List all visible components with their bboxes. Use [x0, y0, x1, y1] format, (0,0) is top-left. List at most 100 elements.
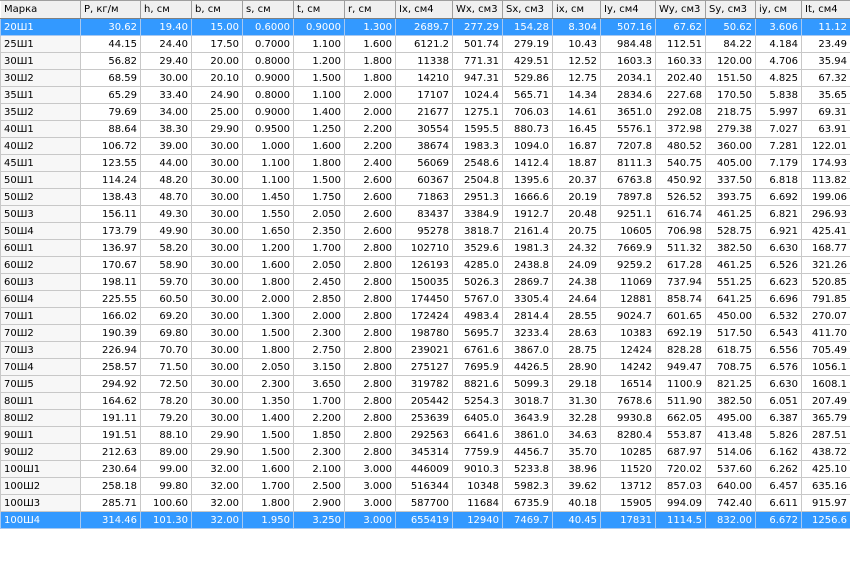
table-cell[interactable]: 30.62 — [80, 18, 141, 36]
table-cell[interactable]: 3.000 — [344, 460, 396, 478]
table-cell[interactable]: 2814.4 — [502, 307, 553, 325]
column-header[interactable]: P, кг/м — [80, 0, 141, 19]
table-cell[interactable]: 114.24 — [80, 171, 141, 189]
table-cell[interactable]: 821.25 — [705, 375, 756, 393]
table-cell[interactable]: 151.50 — [705, 69, 756, 87]
table-cell[interactable]: 7678.6 — [600, 392, 656, 410]
table-cell[interactable]: 173.79 — [80, 222, 141, 240]
table-cell[interactable]: 11338 — [395, 52, 453, 70]
table-cell[interactable]: 20.10 — [191, 69, 243, 87]
table-row[interactable]: 80Ш1 164.62 78.20 30.00 1.350 1.700 2.800 20544… — [0, 392, 850, 410]
table-cell[interactable]: 11069 — [600, 273, 656, 291]
table-cell[interactable]: 63.91 — [801, 120, 850, 138]
table-cell[interactable]: 226.94 — [80, 341, 141, 359]
table-cell[interactable]: 34.00 — [140, 103, 192, 121]
profile-name-cell[interactable]: 80Ш1 — [0, 392, 81, 410]
table-cell[interactable]: 1.500 — [293, 171, 345, 189]
table-cell[interactable]: 35.94 — [801, 52, 850, 70]
table-cell[interactable]: 218.75 — [705, 103, 756, 121]
table-cell[interactable]: 5254.3 — [452, 392, 503, 410]
table-cell[interactable]: 202.40 — [655, 69, 706, 87]
table-cell[interactable]: 33.40 — [140, 86, 192, 104]
table-cell[interactable]: 29.90 — [191, 443, 243, 461]
table-cell[interactable]: 56069 — [395, 154, 453, 172]
table-cell[interactable]: 199.06 — [801, 188, 850, 206]
table-cell[interactable]: 405.00 — [705, 154, 756, 172]
table-cell[interactable]: 17831 — [600, 511, 656, 529]
table-cell[interactable]: 828.28 — [655, 341, 706, 359]
table-cell[interactable]: 12.75 — [552, 69, 601, 87]
table-cell[interactable]: 1.500 — [242, 324, 294, 342]
table-cell[interactable]: 618.75 — [705, 341, 756, 359]
table-cell[interactable]: 31.30 — [552, 392, 601, 410]
table-cell[interactable]: 3018.7 — [502, 392, 553, 410]
table-cell[interactable]: 11520 — [600, 460, 656, 478]
table-cell[interactable]: 44.15 — [80, 35, 141, 53]
table-cell[interactable]: 425.10 — [801, 460, 850, 478]
table-row[interactable]: 35Ш1 65.29 33.40 24.90 0.8000 1.100 2.000 17107… — [0, 86, 850, 104]
profile-name-cell[interactable]: 90Ш2 — [0, 443, 81, 461]
table-cell[interactable]: 742.40 — [705, 494, 756, 512]
table-cell[interactable]: 537.60 — [705, 460, 756, 478]
table-cell[interactable]: 17107 — [395, 86, 453, 104]
profile-name-cell[interactable]: 70Ш1 — [0, 307, 81, 325]
table-cell[interactable]: 5099.3 — [502, 375, 553, 393]
table-cell[interactable]: 0.9500 — [242, 120, 294, 138]
table-cell[interactable]: 662.05 — [655, 409, 706, 427]
table-cell[interactable]: 511.32 — [655, 239, 706, 257]
table-cell[interactable]: 258.18 — [80, 477, 141, 495]
table-cell[interactable]: 2.000 — [344, 103, 396, 121]
table-cell[interactable]: 30.00 — [191, 375, 243, 393]
table-cell[interactable]: 9930.8 — [600, 409, 656, 427]
table-cell[interactable]: 791.85 — [801, 290, 850, 308]
table-cell[interactable]: 480.52 — [655, 137, 706, 155]
table-cell[interactable]: 2.800 — [344, 290, 396, 308]
table-cell[interactable]: 6.692 — [755, 188, 802, 206]
table-row[interactable]: 90Ш2 212.63 89.00 29.90 1.500 2.300 2.800 34531… — [0, 443, 850, 461]
table-cell[interactable]: 112.51 — [655, 35, 706, 53]
table-cell[interactable]: 692.19 — [655, 324, 706, 342]
table-cell[interactable]: 28.90 — [552, 358, 601, 376]
table-cell[interactable]: 12881 — [600, 290, 656, 308]
table-cell[interactable]: 166.02 — [80, 307, 141, 325]
table-cell[interactable]: 2.800 — [344, 307, 396, 325]
table-cell[interactable]: 3818.7 — [452, 222, 503, 240]
table-cell[interactable]: 24.40 — [140, 35, 192, 53]
table-cell[interactable]: 6.672 — [755, 511, 802, 529]
table-cell[interactable]: 10383 — [600, 324, 656, 342]
table-cell[interactable]: 737.94 — [655, 273, 706, 291]
table-cell[interactable]: 528.75 — [705, 222, 756, 240]
table-cell[interactable]: 4426.5 — [502, 358, 553, 376]
table-cell[interactable]: 2.800 — [344, 341, 396, 359]
table-cell[interactable]: 1.750 — [293, 188, 345, 206]
table-cell[interactable]: 0.9000 — [242, 103, 294, 121]
table-cell[interactable]: 7669.9 — [600, 239, 656, 257]
table-row[interactable]: 50Ш1 114.24 48.20 30.00 1.100 1.500 2.600 60367… — [0, 171, 850, 189]
table-cell[interactable]: 69.31 — [801, 103, 850, 121]
profile-name-cell[interactable]: 100Ш2 — [0, 477, 81, 495]
table-cell[interactable]: 501.74 — [452, 35, 503, 53]
table-cell[interactable]: 7469.7 — [502, 511, 553, 529]
table-cell[interactable]: 99.00 — [140, 460, 192, 478]
table-cell[interactable]: 1.600 — [293, 137, 345, 155]
table-cell[interactable]: 29.18 — [552, 375, 601, 393]
column-header[interactable]: Sy, см3 — [705, 0, 756, 19]
table-cell[interactable]: 2.600 — [344, 222, 396, 240]
table-cell[interactable]: 14210 — [395, 69, 453, 87]
table-cell[interactable]: 319782 — [395, 375, 453, 393]
table-cell[interactable]: 79.20 — [140, 409, 192, 427]
table-cell[interactable]: 4.825 — [755, 69, 802, 87]
table-cell[interactable]: 207.49 — [801, 392, 850, 410]
table-cell[interactable]: 1.800 — [242, 273, 294, 291]
table-cell[interactable]: 67.32 — [801, 69, 850, 87]
table-cell[interactable]: 1.500 — [242, 443, 294, 461]
table-cell[interactable]: 292563 — [395, 426, 453, 444]
table-cell[interactable]: 511.90 — [655, 392, 706, 410]
table-cell[interactable]: 438.72 — [801, 443, 850, 461]
table-cell[interactable]: 7207.8 — [600, 137, 656, 155]
table-cell[interactable]: 11.12 — [801, 18, 850, 36]
table-cell[interactable]: 198.11 — [80, 273, 141, 291]
column-header[interactable]: ix, см — [552, 0, 601, 19]
table-cell[interactable]: 30.00 — [191, 239, 243, 257]
table-cell[interactable]: 279.19 — [502, 35, 553, 53]
